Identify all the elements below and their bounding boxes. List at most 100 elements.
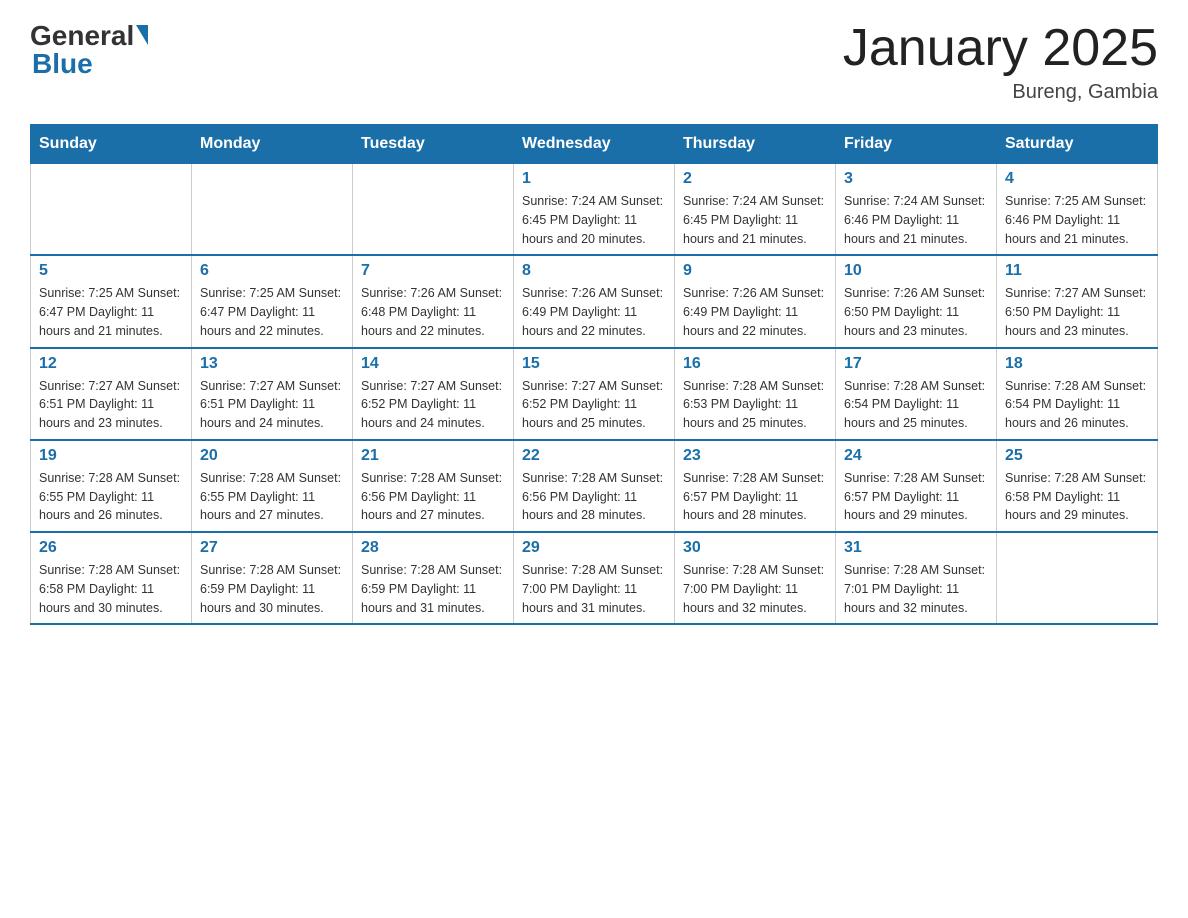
table-row: 30Sunrise: 7:28 AM Sunset: 7:00 PM Dayli…	[675, 532, 836, 624]
table-row: 20 Sunrise: 7:28 AM Sunset: 6:55 PM Dayli…	[192, 440, 353, 532]
day-info: Sunrise: 7:28 AM Sunset: 6:56 PM Dayligh…	[522, 469, 666, 525]
day-info: Sunrise: 7:25 AM Sunset: 6:47 PM Dayligh…	[39, 284, 183, 340]
table-row: 24 Sunrise: 7:28 AM Sunset: 6:57 PM Dayli…	[836, 440, 997, 532]
day-number: 15	[522, 355, 666, 373]
day-number: 4	[1005, 170, 1149, 188]
table-row: 4 Sunrise: 7:25 AM Sunset: 6:46 PM Daylig…	[997, 164, 1158, 256]
day-info: Sunrise: 7:27 AM Sunset: 6:52 PM Dayligh…	[361, 377, 505, 433]
day-number: 20	[200, 447, 344, 465]
day-number: 19	[39, 447, 183, 465]
table-row: 12 Sunrise: 7:27 AM Sunset: 6:51 PM Dayli…	[31, 348, 192, 440]
table-row: 8Sunrise: 7:26 AM Sunset: 6:49 PM Daylig…	[514, 255, 675, 347]
calendar-header-row: Sunday Monday Tuesday Wednesday Thursday…	[31, 125, 1158, 164]
header-tuesday: Tuesday	[353, 125, 514, 164]
table-row: 27 Sunrise: 7:28 AM Sunset: 6:59 PM Dayli…	[192, 532, 353, 624]
day-info: Sunrise: 7:28 AM Sunset: 6:59 PM Dayligh…	[361, 561, 505, 617]
day-info: Sunrise: 7:28 AM Sunset: 7:01 PM Dayligh…	[844, 561, 988, 617]
day-info: Sunrise: 7:28 AM Sunset: 6:57 PM Dayligh…	[683, 469, 827, 525]
day-info: Sunrise: 7:28 AM Sunset: 7:00 PM Dayligh…	[522, 561, 666, 617]
table-row: 7 Sunrise: 7:26 AM Sunset: 6:48 PM Daylig…	[353, 255, 514, 347]
calendar-week-row: 5 Sunrise: 7:25 AM Sunset: 6:47 PM Daylig…	[31, 255, 1158, 347]
table-row: 21 Sunrise: 7:28 AM Sunset: 6:56 PM Dayli…	[353, 440, 514, 532]
header-thursday: Thursday	[675, 125, 836, 164]
day-info: Sunrise: 7:27 AM Sunset: 6:50 PM Dayligh…	[1005, 284, 1149, 340]
table-row: 22 Sunrise: 7:28 AM Sunset: 6:56 PM Dayli…	[514, 440, 675, 532]
page-header: General Blue January 2025 Bureng, Gambia	[30, 20, 1158, 104]
table-row	[192, 164, 353, 256]
day-number: 17	[844, 355, 988, 373]
day-info: Sunrise: 7:26 AM Sunset: 6:48 PM Dayligh…	[361, 284, 505, 340]
calendar-week-row: 12 Sunrise: 7:27 AM Sunset: 6:51 PM Dayli…	[31, 348, 1158, 440]
table-row: 28 Sunrise: 7:28 AM Sunset: 6:59 PM Dayli…	[353, 532, 514, 624]
day-info: Sunrise: 7:28 AM Sunset: 6:57 PM Dayligh…	[844, 469, 988, 525]
calendar-week-row: 19 Sunrise: 7:28 AM Sunset: 6:55 PM Dayli…	[31, 440, 1158, 532]
header-monday: Monday	[192, 125, 353, 164]
day-info: Sunrise: 7:28 AM Sunset: 6:54 PM Dayligh…	[844, 377, 988, 433]
day-number: 9	[683, 262, 827, 280]
table-row: 29 Sunrise: 7:28 AM Sunset: 7:00 PM Dayli…	[514, 532, 675, 624]
day-info: Sunrise: 7:24 AM Sunset: 6:45 PM Dayligh…	[522, 192, 666, 248]
day-number: 24	[844, 447, 988, 465]
calendar-week-row: 26Sunrise: 7:28 AM Sunset: 6:58 PM Dayli…	[31, 532, 1158, 624]
table-row: 17 Sunrise: 7:28 AM Sunset: 6:54 PM Dayli…	[836, 348, 997, 440]
day-number: 5	[39, 262, 183, 280]
logo-blue-text: Blue	[30, 48, 148, 80]
logo: General Blue	[30, 20, 148, 80]
day-number: 14	[361, 355, 505, 373]
day-number: 6	[200, 262, 344, 280]
table-row: 15 Sunrise: 7:27 AM Sunset: 6:52 PM Dayli…	[514, 348, 675, 440]
day-info: Sunrise: 7:27 AM Sunset: 6:51 PM Dayligh…	[39, 377, 183, 433]
day-number: 31	[844, 539, 988, 557]
table-row: 3 Sunrise: 7:24 AM Sunset: 6:46 PM Daylig…	[836, 164, 997, 256]
day-info: Sunrise: 7:24 AM Sunset: 6:46 PM Dayligh…	[844, 192, 988, 248]
table-row: 11 Sunrise: 7:27 AM Sunset: 6:50 PM Dayli…	[997, 255, 1158, 347]
day-number: 21	[361, 447, 505, 465]
day-info: Sunrise: 7:25 AM Sunset: 6:47 PM Dayligh…	[200, 284, 344, 340]
table-row: 1 Sunrise: 7:24 AM Sunset: 6:45 PM Daylig…	[514, 164, 675, 256]
day-number: 7	[361, 262, 505, 280]
day-info: Sunrise: 7:28 AM Sunset: 6:55 PM Dayligh…	[39, 469, 183, 525]
day-info: Sunrise: 7:25 AM Sunset: 6:46 PM Dayligh…	[1005, 192, 1149, 248]
header-friday: Friday	[836, 125, 997, 164]
day-number: 11	[1005, 262, 1149, 280]
header-wednesday: Wednesday	[514, 125, 675, 164]
day-number: 1	[522, 170, 666, 188]
header-saturday: Saturday	[997, 125, 1158, 164]
page-title: January 2025	[843, 20, 1158, 77]
day-info: Sunrise: 7:28 AM Sunset: 6:59 PM Dayligh…	[200, 561, 344, 617]
day-info: Sunrise: 7:28 AM Sunset: 6:55 PM Dayligh…	[200, 469, 344, 525]
day-number: 27	[200, 539, 344, 557]
day-info: Sunrise: 7:28 AM Sunset: 7:00 PM Dayligh…	[683, 561, 827, 617]
title-section: January 2025 Bureng, Gambia	[843, 20, 1158, 104]
day-number: 13	[200, 355, 344, 373]
day-number: 10	[844, 262, 988, 280]
day-info: Sunrise: 7:27 AM Sunset: 6:51 PM Dayligh…	[200, 377, 344, 433]
day-info: Sunrise: 7:24 AM Sunset: 6:45 PM Dayligh…	[683, 192, 827, 248]
day-info: Sunrise: 7:27 AM Sunset: 6:52 PM Dayligh…	[522, 377, 666, 433]
day-number: 28	[361, 539, 505, 557]
day-info: Sunrise: 7:26 AM Sunset: 6:50 PM Dayligh…	[844, 284, 988, 340]
day-number: 3	[844, 170, 988, 188]
day-number: 18	[1005, 355, 1149, 373]
day-number: 12	[39, 355, 183, 373]
table-row: 2 Sunrise: 7:24 AM Sunset: 6:45 PM Daylig…	[675, 164, 836, 256]
table-row	[31, 164, 192, 256]
day-info: Sunrise: 7:28 AM Sunset: 6:56 PM Dayligh…	[361, 469, 505, 525]
table-row	[997, 532, 1158, 624]
day-number: 2	[683, 170, 827, 188]
table-row: 13 Sunrise: 7:27 AM Sunset: 6:51 PM Dayli…	[192, 348, 353, 440]
day-info: Sunrise: 7:28 AM Sunset: 6:58 PM Dayligh…	[1005, 469, 1149, 525]
day-info: Sunrise: 7:28 AM Sunset: 6:54 PM Dayligh…	[1005, 377, 1149, 433]
day-number: 29	[522, 539, 666, 557]
table-row: 5 Sunrise: 7:25 AM Sunset: 6:47 PM Daylig…	[31, 255, 192, 347]
table-row: 26Sunrise: 7:28 AM Sunset: 6:58 PM Dayli…	[31, 532, 192, 624]
table-row: 19 Sunrise: 7:28 AM Sunset: 6:55 PM Dayli…	[31, 440, 192, 532]
calendar-table: Sunday Monday Tuesday Wednesday Thursday…	[30, 124, 1158, 625]
table-row: 6 Sunrise: 7:25 AM Sunset: 6:47 PM Daylig…	[192, 255, 353, 347]
table-row: 14 Sunrise: 7:27 AM Sunset: 6:52 PM Dayli…	[353, 348, 514, 440]
day-number: 8	[522, 262, 666, 280]
day-number: 23	[683, 447, 827, 465]
table-row: 9Sunrise: 7:26 AM Sunset: 6:49 PM Daylig…	[675, 255, 836, 347]
day-number: 26	[39, 539, 183, 557]
day-number: 22	[522, 447, 666, 465]
